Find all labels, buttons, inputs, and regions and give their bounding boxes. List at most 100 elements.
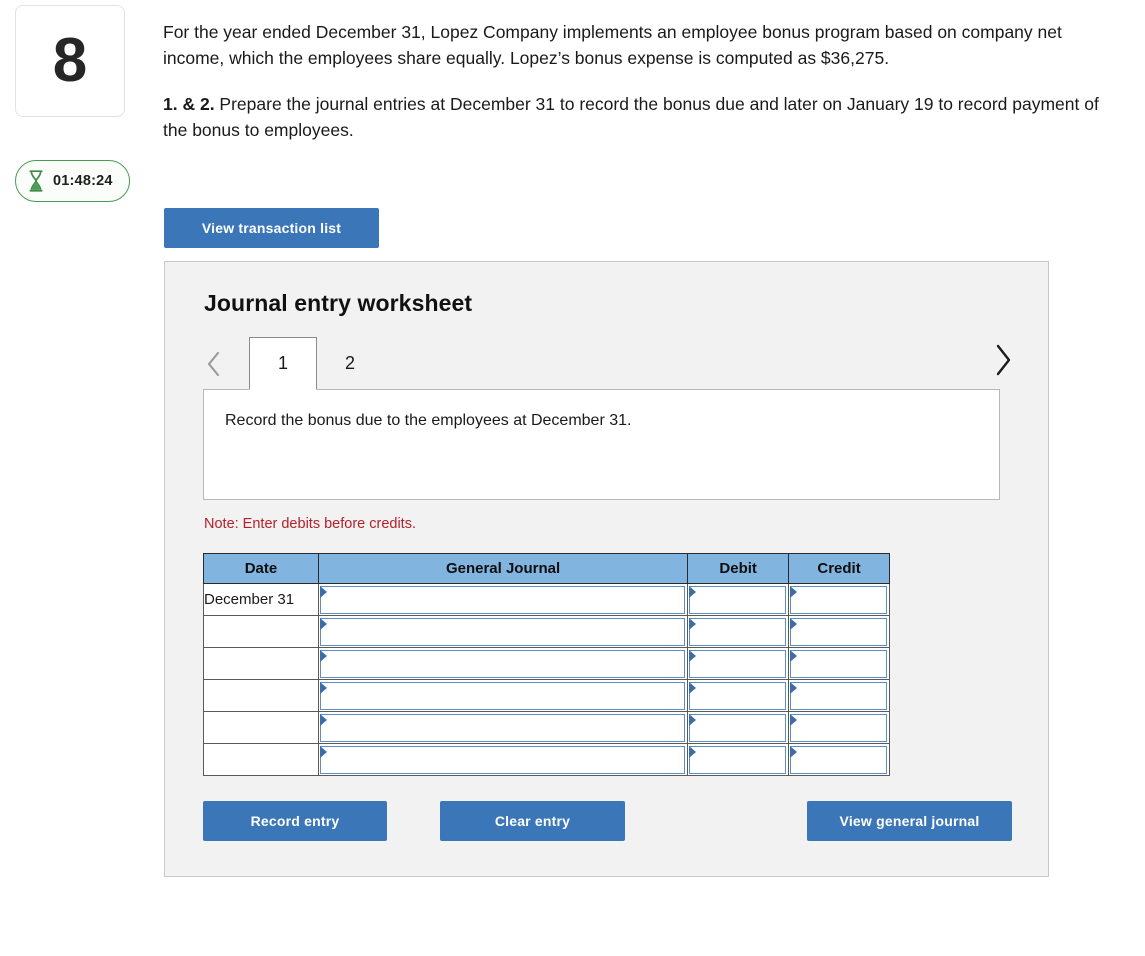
chevron-left-icon[interactable] bbox=[201, 347, 227, 381]
journal-table-body: December 31 bbox=[203, 583, 890, 776]
table-row bbox=[203, 711, 890, 744]
cell-date[interactable] bbox=[203, 615, 319, 648]
cell-date[interactable] bbox=[203, 743, 319, 776]
cell-credit[interactable] bbox=[788, 711, 890, 744]
general-journal-select[interactable] bbox=[319, 585, 686, 614]
question-number: 8 bbox=[52, 26, 88, 95]
journal-entry-worksheet-panel: Journal entry worksheet 1 2 Record the b… bbox=[164, 261, 1049, 877]
debit-input[interactable] bbox=[689, 745, 787, 774]
timer-value: 01:48:24 bbox=[53, 173, 113, 189]
table-row bbox=[203, 679, 890, 712]
cell-general-journal[interactable] bbox=[317, 679, 689, 712]
cell-credit[interactable] bbox=[788, 615, 890, 648]
hourglass-icon bbox=[28, 170, 44, 192]
worksheet-title: Journal entry worksheet bbox=[204, 290, 473, 316]
cell-date[interactable] bbox=[203, 679, 319, 712]
debit-input[interactable] bbox=[689, 649, 787, 678]
dropdown-triangle-icon bbox=[790, 745, 798, 758]
cell-general-journal[interactable] bbox=[317, 647, 689, 680]
dropdown-triangle-icon bbox=[790, 585, 798, 598]
cell-general-journal[interactable] bbox=[317, 743, 689, 776]
chevron-right-icon[interactable] bbox=[990, 343, 1016, 377]
cell-debit[interactable] bbox=[687, 679, 790, 712]
general-journal-select[interactable] bbox=[319, 745, 686, 774]
credit-input[interactable] bbox=[790, 713, 887, 742]
clear-entry-button[interactable]: Clear entry bbox=[440, 801, 625, 841]
cell-credit[interactable] bbox=[788, 583, 890, 616]
credit-input[interactable] bbox=[790, 649, 887, 678]
dropdown-triangle-icon bbox=[689, 745, 697, 758]
tab-entry-1[interactable]: 1 bbox=[249, 337, 317, 390]
cell-debit[interactable] bbox=[687, 583, 790, 616]
dropdown-triangle-icon bbox=[319, 649, 327, 662]
journal-entry-table: Date General Journal Debit Credit Decemb… bbox=[203, 553, 890, 776]
dropdown-triangle-icon bbox=[319, 713, 327, 726]
journal-table-head: Date General Journal Debit Credit bbox=[203, 553, 890, 584]
view-transaction-list-button[interactable]: View transaction list bbox=[164, 208, 379, 248]
cell-date[interactable] bbox=[203, 711, 319, 744]
dropdown-triangle-icon bbox=[790, 617, 798, 630]
dropdown-triangle-icon bbox=[319, 585, 327, 598]
column-header-date: Date bbox=[203, 553, 319, 584]
tab-entry-2[interactable]: 2 bbox=[319, 337, 381, 390]
question-number-box: 8 bbox=[15, 5, 125, 117]
debit-input[interactable] bbox=[689, 617, 787, 646]
dropdown-triangle-icon bbox=[689, 681, 697, 694]
cell-date[interactable] bbox=[203, 647, 319, 680]
cell-general-journal[interactable] bbox=[317, 583, 689, 616]
column-header-credit: Credit bbox=[788, 553, 890, 584]
cell-debit[interactable] bbox=[687, 615, 790, 648]
entry-description-box: Record the bonus due to the employees at… bbox=[203, 389, 1000, 500]
dropdown-triangle-icon bbox=[689, 713, 697, 726]
dropdown-triangle-icon bbox=[689, 649, 697, 662]
question-requirement: 1. & 2. Prepare the journal entries at D… bbox=[163, 92, 1123, 143]
requirement-label: 1. & 2. bbox=[163, 94, 215, 115]
debit-input[interactable] bbox=[689, 585, 787, 614]
general-journal-select[interactable] bbox=[319, 681, 686, 710]
dropdown-triangle-icon bbox=[689, 617, 697, 630]
credit-input[interactable] bbox=[790, 585, 887, 614]
dropdown-triangle-icon bbox=[319, 681, 327, 694]
view-general-journal-button[interactable]: View general journal bbox=[807, 801, 1012, 841]
cell-credit[interactable] bbox=[788, 679, 890, 712]
table-row bbox=[203, 743, 890, 776]
cell-debit[interactable] bbox=[687, 711, 790, 744]
cell-general-journal[interactable] bbox=[317, 711, 689, 744]
dropdown-triangle-icon bbox=[689, 585, 697, 598]
question-text: For the year ended December 31, Lopez Co… bbox=[163, 20, 1123, 143]
dropdown-triangle-icon bbox=[319, 617, 327, 630]
dropdown-triangle-icon bbox=[790, 681, 798, 694]
debit-input[interactable] bbox=[689, 713, 787, 742]
cell-date[interactable]: December 31 bbox=[203, 583, 319, 616]
tab-entry-1-label: 1 bbox=[277, 353, 288, 373]
debits-before-credits-note: Note: Enter debits before credits. bbox=[204, 516, 416, 532]
tab-entry-2-label: 2 bbox=[344, 353, 355, 373]
record-entry-button[interactable]: Record entry bbox=[203, 801, 387, 841]
general-journal-select[interactable] bbox=[319, 649, 686, 678]
column-header-debit: Debit bbox=[687, 553, 790, 584]
requirement-text: Prepare the journal entries at December … bbox=[163, 94, 1099, 140]
cell-credit[interactable] bbox=[788, 743, 890, 776]
general-journal-select[interactable] bbox=[319, 713, 686, 742]
credit-input[interactable] bbox=[790, 617, 887, 646]
question-paragraph-1: For the year ended December 31, Lopez Co… bbox=[163, 22, 1062, 68]
credit-input[interactable] bbox=[790, 745, 887, 774]
table-row: December 31 bbox=[203, 583, 890, 616]
cell-debit[interactable] bbox=[687, 743, 790, 776]
general-journal-select[interactable] bbox=[319, 617, 686, 646]
journal-table-header-row: Date General Journal Debit Credit bbox=[203, 553, 890, 584]
credit-input[interactable] bbox=[790, 681, 887, 710]
cell-credit[interactable] bbox=[788, 647, 890, 680]
entry-description-text: Record the bonus due to the employees at… bbox=[225, 412, 632, 429]
question-page: 8 01:48:24 For the year ended December 3… bbox=[0, 0, 1145, 956]
debit-input[interactable] bbox=[689, 681, 787, 710]
dropdown-triangle-icon bbox=[790, 649, 798, 662]
cell-debit[interactable] bbox=[687, 647, 790, 680]
dropdown-triangle-icon bbox=[319, 745, 327, 758]
column-header-general-journal: General Journal bbox=[317, 553, 689, 584]
table-row bbox=[203, 647, 890, 680]
worksheet-tabstrip: 1 2 bbox=[201, 337, 1018, 395]
timer-badge: 01:48:24 bbox=[15, 160, 130, 202]
table-row bbox=[203, 615, 890, 648]
cell-general-journal[interactable] bbox=[317, 615, 689, 648]
